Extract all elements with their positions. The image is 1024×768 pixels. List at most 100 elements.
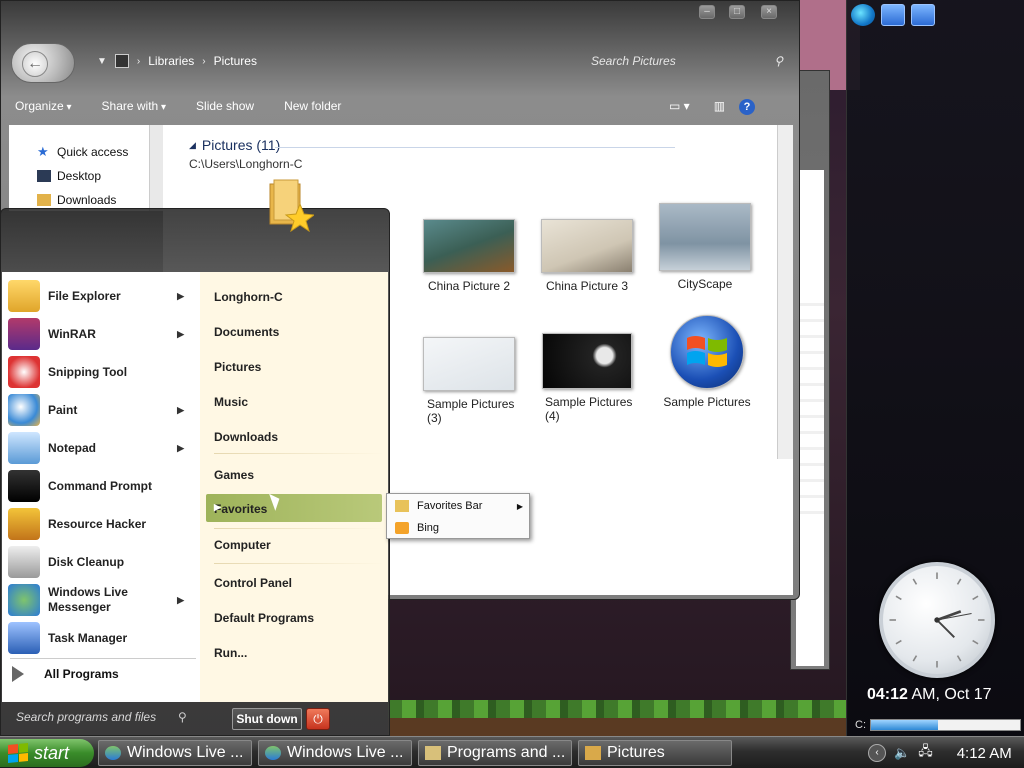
start-item-winrar[interactable]: WinRAR ▶ [8,317,194,351]
start-item-command-prompt[interactable]: Command Prompt [8,469,194,503]
edge-icon[interactable] [851,4,875,26]
change-view-icon[interactable]: ▭ ▾ [669,99,690,115]
start-search-input[interactable]: Search programs and files [16,710,156,724]
thumbnail-item[interactable]: Sample Pictures (4) [537,333,637,423]
minimize-button[interactable]: – [699,5,715,19]
taskbar-button[interactable]: Pictures [578,740,732,766]
start-item-downloads[interactable]: Downloads [214,430,278,444]
windows-flag-icon [687,336,727,367]
slide-show-button[interactable]: Slide show [196,99,254,113]
network-icon[interactable]: 🖧 [918,742,933,764]
sidebar-clock-text: 04:12 AM, Oct 17 [867,686,992,703]
shut-down-button[interactable]: Shut down [232,708,302,730]
search-icon: ⚲ [178,710,187,724]
start-button[interactable]: start [0,739,94,767]
nav-item-label: Quick access [57,145,129,159]
show-hidden-icons-icon[interactable]: ‹ [868,744,886,762]
help-icon[interactable]: ? [739,99,756,115]
taskbar-button[interactable]: Windows Live ... [258,740,412,766]
start-item-longhorn-c[interactable]: Longhorn-C [214,290,283,304]
command-prompt-icon [8,470,40,502]
power-options-icon[interactable]: ⏻ [306,708,330,730]
start-item-games[interactable]: Games [214,468,254,482]
folder-icon [395,500,409,512]
taskbar-button-label: Programs and ... [447,744,566,761]
desktop-icon[interactable] [881,4,905,26]
thumbnail-image [659,203,751,271]
start-item-task-manager[interactable]: Task Manager [8,621,194,655]
start-item-label: Command Prompt [48,479,153,493]
nav-item-downloads[interactable]: Downloads [37,193,116,207]
start-item-label: File Explorer [48,289,121,303]
start-item-music[interactable]: Music [214,395,248,409]
submenu-item-favorites-bar[interactable]: Favorites Bar [395,500,482,512]
taskbar-button[interactable]: Programs and ... [418,740,572,766]
back-button[interactable]: ← [11,43,75,83]
start-item-label: Snipping Tool [48,365,128,379]
maximize-button[interactable]: □ [729,5,745,19]
volume-muted-icon[interactable]: 🔈 [894,745,910,761]
start-item-file-explorer[interactable]: File Explorer ▶ [8,279,194,313]
thumbnail-label: Sample Pictures (3) [427,397,515,425]
start-item-computer[interactable]: Computer [214,538,271,552]
all-programs-label: All Programs [44,667,119,681]
thumbnail-item[interactable]: China Picture 2 [419,219,519,293]
file-explorer-icon [8,280,40,312]
thumbnail-item[interactable]: Sample Pictures (3) [419,337,519,425]
taskbar: start Windows Live ... Windows Live ... … [0,736,1024,768]
start-item-resource-hacker[interactable]: Resource Hacker [8,507,194,541]
start-item-documents[interactable]: Documents [214,325,279,339]
library-icon [114,54,129,68]
disk-cleanup-icon [8,546,40,578]
start-item-run[interactable]: Run... [214,646,247,660]
collapse-icon[interactable]: ◢ [189,140,196,151]
taskbar-button[interactable]: Windows Live ... [98,740,252,766]
file-list-scrollbar[interactable] [777,125,793,459]
thumbnail-item[interactable]: Sample Pictures [655,315,759,409]
start-item-windows-live-messenger[interactable]: Windows Live Messenger ▶ [8,583,194,617]
navigation-scrollbar[interactable] [149,125,163,211]
winrar-icon [8,318,40,350]
start-item-pictures[interactable]: Pictures [214,360,261,374]
submenu-arrow-icon: ▶ [177,404,184,415]
group-header[interactable]: ◢ Pictures (11) [189,137,280,153]
drive-usage-fill [871,720,939,730]
places-separator [214,528,384,529]
taskbar-clock[interactable]: 4:12 AM [957,745,1012,762]
thumbnail-item[interactable]: China Picture 3 [537,219,637,293]
bing-icon [395,522,409,534]
close-button[interactable]: × [761,5,777,19]
nav-item-quick-access[interactable]: ★ Quick access [37,145,128,159]
taskbar-button-label: Windows Live ... [127,744,244,761]
desktop-sidebar: 04:12 AM, Oct 17 C: [846,0,1024,736]
start-item-control-panel[interactable]: Control Panel [214,576,292,590]
breadcrumb-pictures[interactable]: Pictures [214,54,257,68]
recent-locations-icon[interactable]: ▼ [97,56,107,67]
start-item-paint[interactable]: Paint ▶ [8,393,194,427]
search-icon: ⚲ [774,54,783,68]
favorites-submenu: Favorites Bar ▶ Bing [386,493,530,539]
start-item-disk-cleanup[interactable]: Disk Cleanup [8,545,194,579]
start-item-snipping-tool[interactable]: Snipping Tool [8,355,194,389]
breadcrumb-separator-icon: › [202,55,206,67]
submenu-item-bing[interactable]: Bing [395,522,439,534]
nav-item-desktop[interactable]: Desktop [37,169,101,183]
start-item-favorites[interactable]: Favorites ▶ [206,494,382,522]
organize-button[interactable]: Organize [15,99,72,113]
start-item-label: Task Manager [48,631,128,645]
control-panel-icon [425,746,441,760]
start-item-default-programs[interactable]: Default Programs [214,611,314,625]
breadcrumb-libraries[interactable]: Libraries [148,54,194,68]
messenger-icon [265,746,281,760]
all-programs-button[interactable]: All Programs [8,666,119,682]
notepad-icon [8,432,40,464]
start-item-notepad[interactable]: Notepad ▶ [8,431,194,465]
thumbnail-item[interactable]: CityScape [655,203,755,291]
preview-pane-icon[interactable]: ▥ [714,99,725,115]
new-folder-button[interactable]: New folder [284,99,341,113]
thumbnail-image [423,337,515,391]
switch-windows-icon[interactable] [911,4,935,26]
address-bar[interactable]: ▼ › Libraries › Pictures [97,51,257,71]
search-input[interactable]: Search Pictures ⚲ [591,51,787,71]
share-with-button[interactable]: Share with [102,99,167,113]
